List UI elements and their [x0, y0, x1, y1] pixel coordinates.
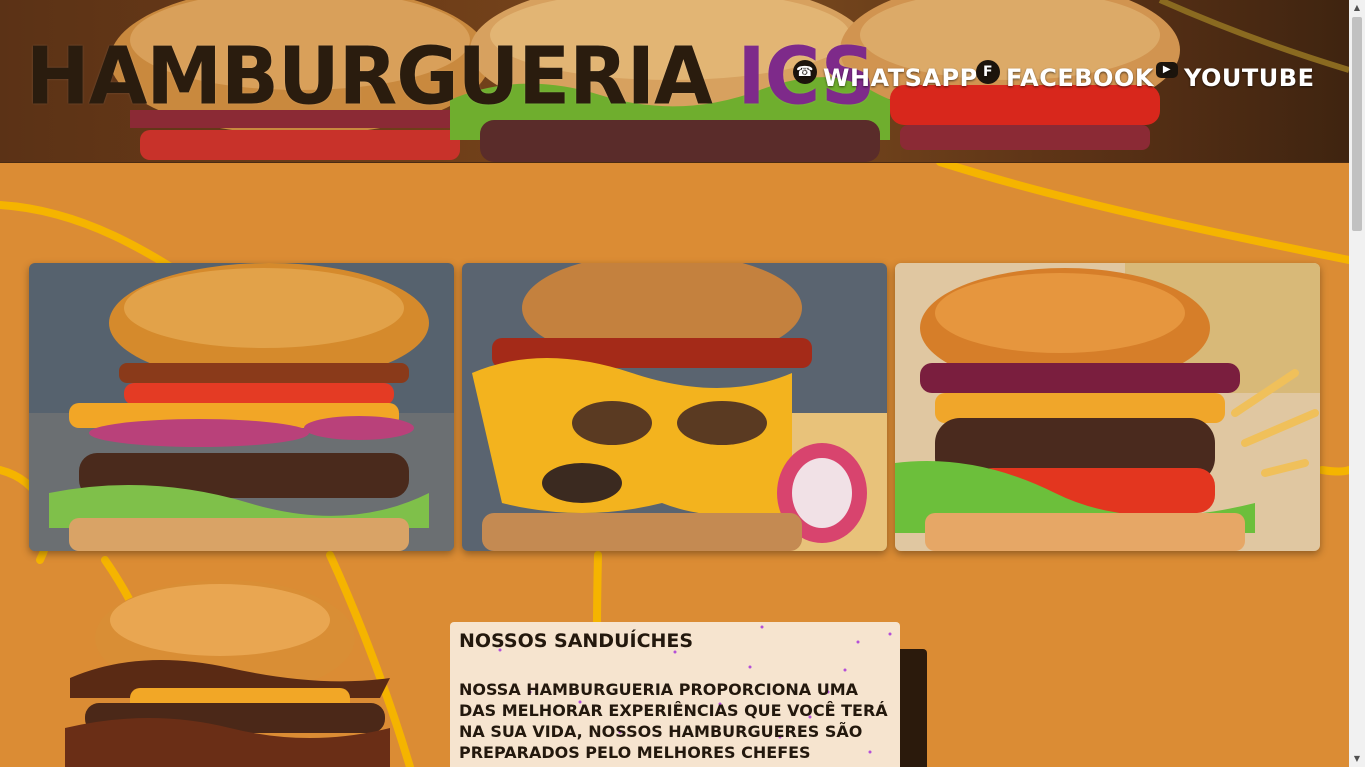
youtube-icon: ▶	[1156, 62, 1178, 78]
nav-link-whatsapp[interactable]: ☎ WHATSAPP	[793, 60, 978, 92]
facebook-icon: f	[976, 60, 1000, 84]
scroll-down-arrow-icon[interactable]: ▼	[1349, 751, 1365, 767]
burger-photo-2	[462, 263, 887, 551]
section-description: NOSSA HAMBURGUERIA PROPORCIONA UMA DAS M…	[459, 680, 888, 767]
nav-label-youtube: YOUTUBE	[1184, 64, 1315, 92]
social-nav: ☎ WHATSAPP f FACEBOOK ▶ YOUTUBE	[0, 60, 1349, 104]
vertical-scrollbar[interactable]: ▲ ▼	[1349, 0, 1365, 767]
gallery-image-2[interactable]	[462, 263, 887, 551]
info-card: NOSSOS SANDUÍCHES NOSSA HAMBURGUERIA PRO…	[450, 622, 900, 767]
nav-label-whatsapp: WHATSAPP	[823, 64, 978, 92]
scrollbar-thumb[interactable]	[1352, 17, 1362, 231]
burger-photo-1	[29, 263, 454, 551]
gallery-image-3[interactable]	[895, 263, 1320, 551]
nav-link-facebook[interactable]: f FACEBOOK	[976, 60, 1154, 92]
burger-photo-3	[895, 263, 1320, 551]
featured-burger-photo	[65, 580, 390, 767]
section-title: NOSSOS SANDUÍCHES	[459, 630, 694, 652]
nav-link-youtube[interactable]: ▶ YOUTUBE	[1156, 62, 1315, 92]
whatsapp-icon: ☎	[793, 60, 817, 84]
featured-burger-image	[60, 578, 400, 767]
nav-label-facebook: FACEBOOK	[1006, 64, 1154, 92]
info-card-shadow	[900, 649, 927, 767]
scroll-up-arrow-icon[interactable]: ▲	[1349, 0, 1365, 16]
site-header: HAMBURGUERIA ICS ☎ WHATSAPP f FACEBOOK ▶…	[0, 0, 1349, 163]
gallery-image-1[interactable]	[29, 263, 454, 551]
